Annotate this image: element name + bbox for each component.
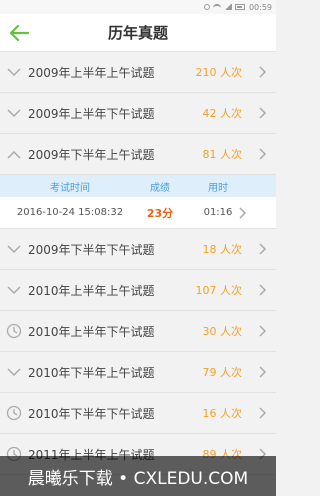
history-record[interactable]: 2016-10-24 15:08:32 23分 01:16 bbox=[0, 197, 276, 229]
clock-icon bbox=[0, 393, 28, 434]
exam-list: 2009年上半年上午试题 210 人次 2009年上半年下午试题 42 人次 2… bbox=[0, 52, 276, 475]
signal-icon bbox=[223, 4, 232, 10]
chevron-down-icon bbox=[0, 352, 28, 393]
exam-row[interactable]: 2009年下半年下午试题 18 人次 bbox=[0, 229, 276, 270]
chevron-right-icon bbox=[256, 65, 270, 79]
status-bar: 00:59 bbox=[0, 0, 276, 14]
exam-row[interactable]: 2010年上半年上午试题 107 人次 bbox=[0, 270, 276, 311]
status-time: 00:59 bbox=[248, 2, 272, 12]
exam-row[interactable]: 2010年上半年下午试题 30 人次 bbox=[0, 311, 276, 352]
chevron-right-icon bbox=[256, 406, 270, 420]
back-button[interactable] bbox=[8, 22, 30, 44]
history-header: 考试时间 成绩 用时 bbox=[0, 175, 276, 197]
chevron-right-icon bbox=[256, 242, 270, 256]
exam-title: 2009年上半年上午试题 bbox=[28, 65, 155, 80]
exam-title: 2010年下半年下午试题 bbox=[28, 406, 155, 421]
chevron-right-icon bbox=[236, 206, 250, 220]
col-score: 成绩 bbox=[150, 182, 170, 194]
exam-title: 2010年上半年下午试题 bbox=[28, 324, 155, 339]
exam-row[interactable]: 2010年下半年下午试题 16 人次 bbox=[0, 393, 276, 434]
attempt-count: 18 人次 bbox=[202, 243, 243, 256]
attempt-count: 30 人次 bbox=[202, 325, 243, 338]
chevron-down-icon bbox=[0, 229, 28, 270]
exam-title: 2009年下半年上午试题 bbox=[28, 147, 155, 162]
wifi-icon bbox=[212, 4, 221, 10]
record-score: 23分 bbox=[146, 206, 174, 220]
chevron-right-icon bbox=[256, 283, 270, 297]
arrow-left-icon bbox=[9, 24, 29, 42]
chevron-down-icon bbox=[0, 52, 28, 93]
chevron-right-icon bbox=[256, 147, 270, 161]
clock-icon bbox=[0, 311, 28, 352]
attempt-count: 79 人次 bbox=[202, 366, 243, 379]
chevron-down-icon bbox=[0, 270, 28, 311]
chevron-right-icon bbox=[256, 365, 270, 379]
attempt-count: 42 人次 bbox=[202, 107, 243, 120]
status-icons bbox=[203, 4, 245, 10]
attempt-count: 81 人次 bbox=[202, 148, 243, 161]
col-time-used: 用时 bbox=[208, 182, 228, 194]
attempt-count: 107 人次 bbox=[195, 284, 243, 297]
exam-title: 2010年上半年上午试题 bbox=[28, 283, 155, 298]
chevron-down-icon bbox=[0, 93, 28, 134]
chevron-right-icon bbox=[256, 324, 270, 338]
alarm-icon bbox=[203, 4, 210, 10]
exam-row[interactable]: 2009年上半年上午试题 210 人次 bbox=[0, 52, 276, 93]
chevron-up-icon bbox=[0, 134, 28, 175]
attempt-count: 16 人次 bbox=[202, 407, 243, 420]
exam-title: 2009年下半年下午试题 bbox=[28, 242, 155, 257]
col-exam-time: 考试时间 bbox=[50, 182, 90, 194]
watermark-overlay: 晨曦乐下载 • CXLEDU.COM bbox=[0, 456, 276, 496]
exam-row[interactable]: 2009年上半年下午试题 42 人次 bbox=[0, 93, 276, 134]
battery-icon bbox=[234, 4, 245, 10]
chevron-right-icon bbox=[256, 106, 270, 120]
exam-title: 2010年下半年上午试题 bbox=[28, 365, 155, 380]
page-title: 历年真题 bbox=[107, 24, 168, 42]
app-header: 历年真题 bbox=[0, 14, 276, 52]
exam-row[interactable]: 2010年下半年上午试题 79 人次 bbox=[0, 352, 276, 393]
record-time: 2016-10-24 15:08:32 bbox=[16, 207, 124, 218]
exam-row-expanded[interactable]: 2009年下半年上午试题 81 人次 bbox=[0, 134, 276, 175]
attempt-count: 210 人次 bbox=[195, 66, 243, 79]
exam-title: 2009年上半年下午试题 bbox=[28, 106, 155, 121]
